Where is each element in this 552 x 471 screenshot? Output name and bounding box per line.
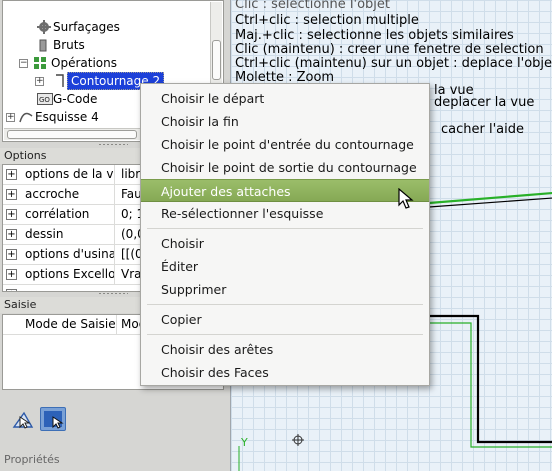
gear-icon: [37, 20, 51, 34]
y-axis-label: Y: [240, 436, 248, 449]
gcode-icon: GO: [37, 92, 53, 106]
contour-green: [429, 322, 552, 448]
expand-icon[interactable]: +: [6, 249, 17, 260]
svg-text:GO: GO: [39, 96, 50, 104]
scrollbar-thumb[interactable]: [7, 130, 137, 139]
collapse-icon[interactable]: −: [19, 59, 28, 68]
expand-icon[interactable]: +: [6, 113, 15, 122]
block-icon: [37, 39, 51, 53]
expand-icon[interactable]: +: [6, 169, 17, 180]
expand-icon[interactable]: +: [35, 77, 44, 86]
tree-label: Esquisse 4: [35, 110, 99, 124]
context-menu: Choisir le départ Choisir la fin Choisir…: [140, 83, 430, 386]
contour-icon: [53, 74, 67, 88]
scrollbar-thumb[interactable]: [212, 40, 221, 80]
tree-label: G-Code: [53, 92, 98, 106]
menu-separator: [147, 228, 423, 229]
menu-point-sortie[interactable]: Choisir le point de sortie du contournag…: [141, 156, 429, 179]
menu-editer[interactable]: Éditer: [141, 255, 429, 278]
menu-point-entree[interactable]: Choisir le point d'entrée du contournage: [141, 133, 429, 156]
mouse-pointer-icon: [398, 187, 414, 210]
proprietes-title: Propriétés: [0, 452, 228, 471]
tree-label: Opérations: [51, 56, 117, 70]
menu-choisir-faces[interactable]: Choisir des Faces: [141, 361, 429, 384]
expand-icon[interactable]: +: [6, 189, 17, 200]
operations-icon: [33, 56, 47, 70]
menu-choisir-fin[interactable]: Choisir la fin: [141, 110, 429, 133]
select-mode-button-active[interactable]: [40, 407, 66, 431]
tree-label: Surfaçages: [53, 20, 120, 34]
expand-icon[interactable]: +: [6, 209, 17, 220]
menu-choisir-depart[interactable]: Choisir le départ: [141, 87, 429, 110]
menu-copier[interactable]: Copier: [141, 308, 429, 331]
menu-choisir[interactable]: Choisir: [141, 232, 429, 255]
select-tool-button[interactable]: [10, 407, 36, 431]
expand-icon[interactable]: +: [6, 269, 17, 280]
origin-crosshair-icon: [292, 434, 304, 446]
tree-label: Bruts: [53, 38, 85, 52]
contour-black: [429, 314, 552, 444]
toolpath-green: [428, 191, 552, 205]
menu-separator: [147, 334, 423, 335]
menu-choisir-aretes[interactable]: Choisir des arêtes: [141, 338, 429, 361]
menu-supprimer[interactable]: Supprimer: [141, 278, 429, 301]
menu-separator: [147, 304, 423, 305]
expand-icon[interactable]: +: [6, 229, 17, 240]
sketch-icon: [19, 110, 33, 124]
menu-reselectionner-esquisse[interactable]: Re-sélectionner l'esquisse: [141, 202, 429, 225]
menu-ajouter-attaches[interactable]: Ajouter des attaches: [141, 179, 429, 202]
